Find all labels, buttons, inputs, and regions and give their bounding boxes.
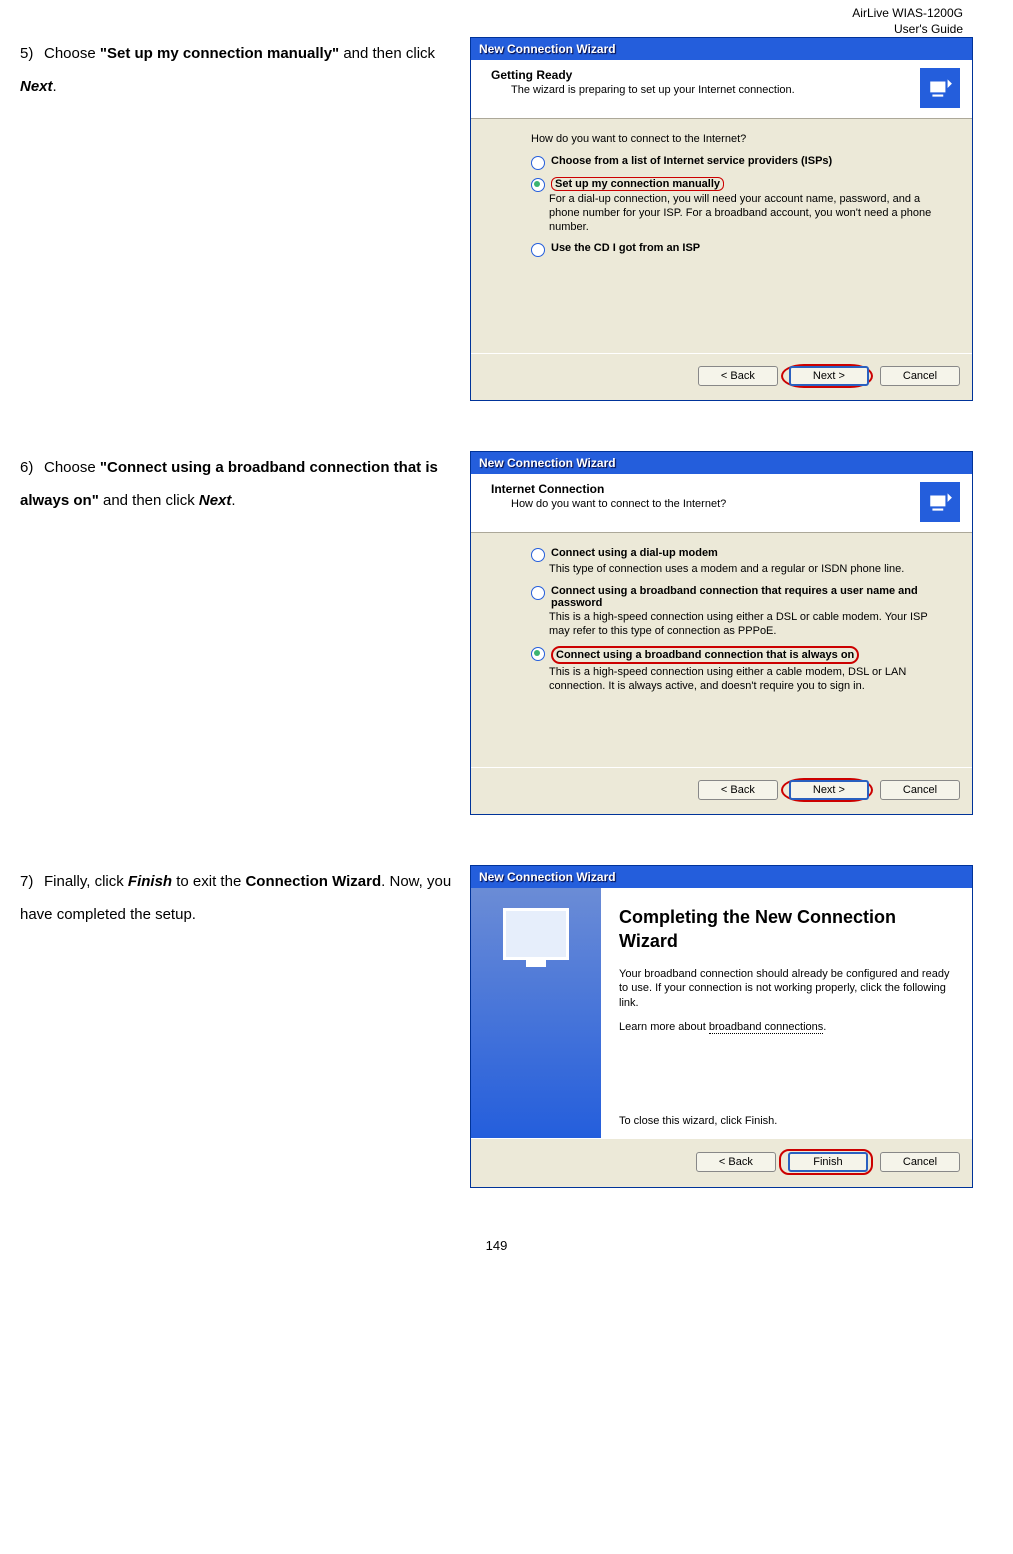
- wizard-7-close-text: To close this wizard, click Finish.: [619, 1114, 952, 1128]
- wizard-6-option-broadband-alwayson-label: Connect using a broadband connection tha…: [551, 646, 859, 664]
- wizard-7-para2-post: .: [823, 1021, 826, 1033]
- wizard-7-side-graphic: [471, 888, 601, 1138]
- wizard-5-option-manual[interactable]: Set up my connection manually: [531, 177, 932, 191]
- step-6-number: 6): [20, 451, 44, 484]
- step-7-mid: to exit the: [172, 873, 245, 890]
- wizard-5-option-manual-desc: For a dial-up connection, you will need …: [549, 193, 932, 234]
- step-7-text: 7)Finally, click Finish to exit the Conn…: [20, 865, 470, 931]
- cancel-button[interactable]: Cancel: [880, 366, 960, 386]
- back-button[interactable]: < Back: [698, 780, 778, 800]
- wizard-5-option-isp-label: Choose from a list of Internet service p…: [551, 155, 832, 167]
- cancel-button[interactable]: Cancel: [880, 780, 960, 800]
- doc-header-line2: User's Guide: [20, 22, 963, 38]
- step-5-bold: "Set up my connection manually": [100, 45, 339, 62]
- wizard-7-title: New Connection Wizard: [471, 866, 972, 888]
- step-5-text: 5)Choose "Set up my connection manually"…: [20, 37, 470, 103]
- wizard-7-para1: Your broadband connection should already…: [619, 967, 952, 1010]
- wizard-6-option-broadband-userpass-desc: This is a high-speed connection using ei…: [549, 611, 932, 639]
- next-button[interactable]: Next >: [789, 780, 869, 800]
- wizard-5-title: New Connection Wizard: [471, 38, 972, 60]
- wizard-6-option-dialup[interactable]: Connect using a dial-up modem: [531, 547, 932, 561]
- step-7-em: Finish: [128, 873, 172, 890]
- wizard-logo-icon: [920, 482, 960, 522]
- wizard-7: New Connection Wizard Completing the New…: [470, 865, 973, 1188]
- step-5-mid: and then click: [339, 45, 435, 62]
- monitor-icon: [503, 908, 569, 960]
- wizard-5-option-cd[interactable]: Use the CD I got from an ISP: [531, 242, 932, 256]
- radio-icon: [531, 243, 545, 257]
- step-7-bold: Connection Wizard: [245, 873, 381, 890]
- wizard-6-option-broadband-alwayson[interactable]: Connect using a broadband connection tha…: [531, 646, 932, 664]
- step-6-pre: Choose: [44, 459, 100, 476]
- wizard-6-option-dialup-label: Connect using a dial-up modem: [551, 547, 718, 559]
- broadband-connections-link[interactable]: broadband connections: [709, 1021, 823, 1034]
- wizard-7-heading: Completing the New Connection Wizard: [619, 906, 952, 953]
- radio-icon: [531, 156, 545, 170]
- wizard-5-question: How do you want to connect to the Intern…: [531, 133, 932, 145]
- back-button[interactable]: < Back: [696, 1152, 776, 1172]
- cancel-button[interactable]: Cancel: [880, 1152, 960, 1172]
- step-6-text: 6)Choose "Connect using a broadband conn…: [20, 451, 470, 517]
- back-button[interactable]: < Back: [698, 366, 778, 386]
- wizard-5-header-title: Getting Ready: [491, 68, 910, 82]
- step-5: 5)Choose "Set up my connection manually"…: [20, 37, 973, 401]
- step-7: 7)Finally, click Finish to exit the Conn…: [20, 865, 973, 1188]
- wizard-6-option-dialup-desc: This type of connection uses a modem and…: [549, 563, 932, 577]
- wizard-6: New Connection Wizard Internet Connectio…: [470, 451, 973, 815]
- next-button[interactable]: Next >: [789, 366, 869, 386]
- wizard-5-option-cd-label: Use the CD I got from an ISP: [551, 242, 700, 254]
- doc-header: AirLive WIAS-1200G User's Guide: [20, 0, 973, 37]
- wizard-6-option-broadband-userpass-label: Connect using a broadband connection tha…: [551, 585, 932, 609]
- wizard-5-option-isp[interactable]: Choose from a list of Internet service p…: [531, 155, 932, 169]
- step-6: 6)Choose "Connect using a broadband conn…: [20, 451, 973, 815]
- wizard-5-option-manual-label: Set up my connection manually: [551, 177, 724, 191]
- wizard-7-para2-pre: Learn more about: [619, 1021, 709, 1033]
- step-5-post: .: [53, 78, 57, 95]
- step-7-number: 7): [20, 865, 44, 898]
- step-5-number: 5): [20, 37, 44, 70]
- step-7-pre: Finally, click: [44, 873, 128, 890]
- wizard-6-option-broadband-alwayson-desc: This is a high-speed connection using ei…: [549, 666, 932, 694]
- radio-icon: [531, 548, 545, 562]
- wizard-6-title: New Connection Wizard: [471, 452, 972, 474]
- wizard-6-option-broadband-userpass[interactable]: Connect using a broadband connection tha…: [531, 585, 932, 609]
- step-6-em: Next: [199, 492, 232, 509]
- page-number: 149: [20, 1238, 973, 1253]
- wizard-5: New Connection Wizard Getting Ready The …: [470, 37, 973, 401]
- radio-selected-icon: [531, 647, 545, 661]
- wizard-6-header-title: Internet Connection: [491, 482, 910, 496]
- radio-selected-icon: [531, 178, 545, 192]
- wizard-6-header-sub: How do you want to connect to the Intern…: [511, 498, 910, 510]
- step-5-em: Next: [20, 78, 53, 95]
- doc-header-line1: AirLive WIAS-1200G: [20, 6, 963, 22]
- step-6-post: .: [231, 492, 235, 509]
- finish-button[interactable]: Finish: [788, 1152, 868, 1172]
- radio-icon: [531, 586, 545, 600]
- wizard-5-header-sub: The wizard is preparing to set up your I…: [511, 84, 910, 96]
- step-6-mid: and then click: [99, 492, 199, 509]
- wizard-logo-icon: [920, 68, 960, 108]
- step-5-pre: Choose: [44, 45, 100, 62]
